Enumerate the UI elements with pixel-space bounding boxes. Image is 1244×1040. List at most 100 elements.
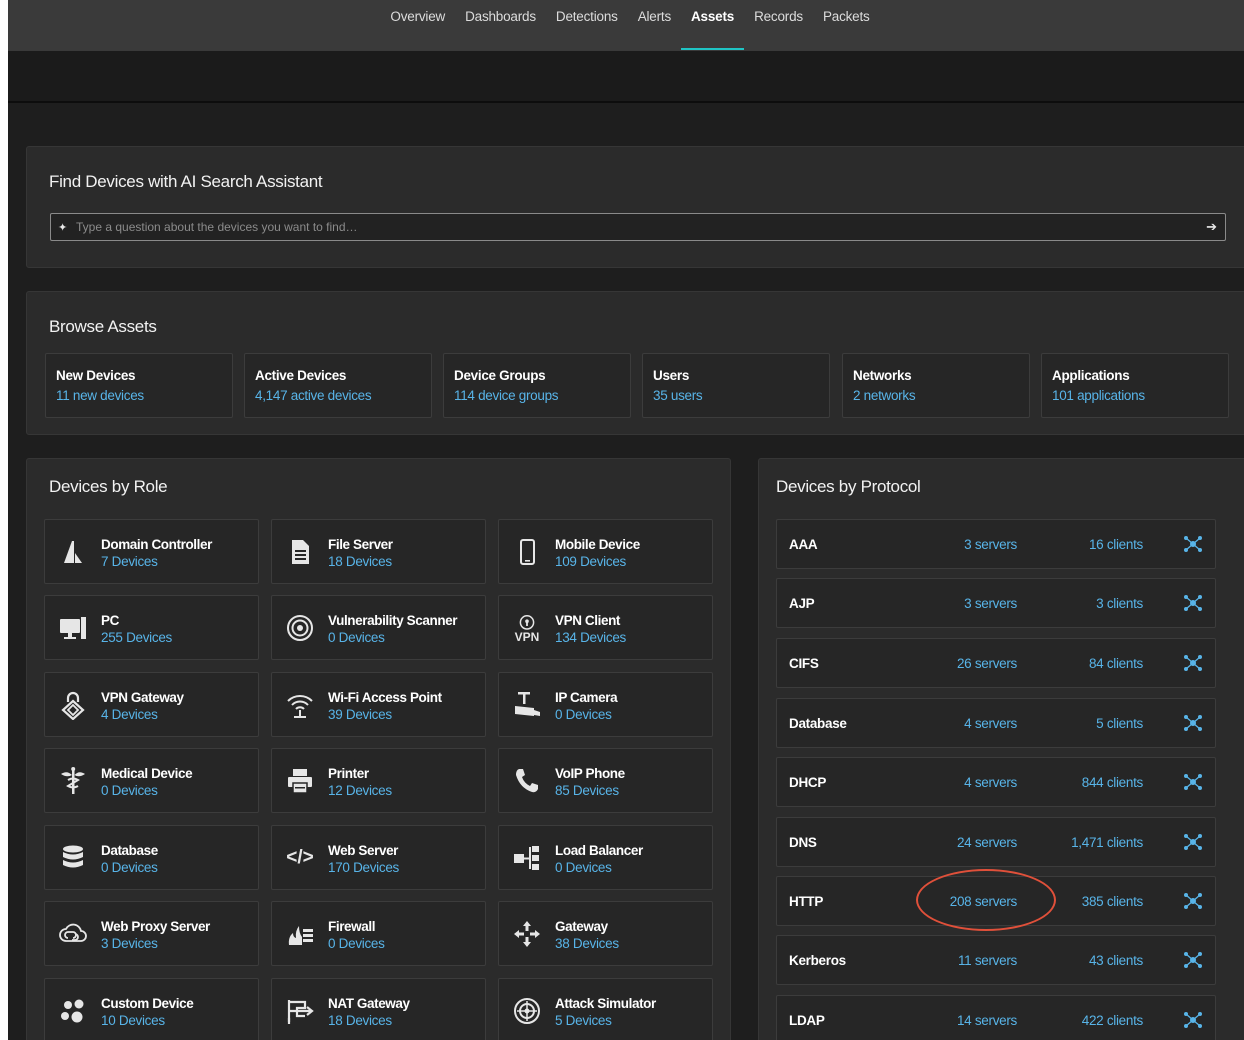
asset-card-link[interactable]: 4,147 active devices — [255, 388, 372, 403]
role-count-link[interactable]: 7 Devices — [101, 554, 158, 569]
role-count-link[interactable]: 18 Devices — [328, 1013, 392, 1028]
asset-card-active-devices[interactable]: Active Devices 4,147 active devices — [244, 353, 432, 418]
protocol-servers-link[interactable]: 4 servers — [964, 775, 1017, 790]
role-card-web-proxy-server[interactable]: Web Proxy Server 3 Devices — [44, 901, 259, 966]
role-card-file-server[interactable]: File Server 18 Devices — [271, 519, 486, 584]
role-count-link[interactable]: 3 Devices — [101, 936, 158, 951]
role-card-mobile-device[interactable]: Mobile Device 109 Devices — [498, 519, 713, 584]
protocol-servers-link[interactable]: 24 servers — [957, 835, 1017, 850]
role-card-load-balancer[interactable]: Load Balancer 0 Devices — [498, 825, 713, 890]
protocol-servers-link[interactable]: 3 servers — [964, 596, 1017, 611]
asset-card-link[interactable]: 101 applications — [1052, 388, 1145, 403]
protocol-clients-link[interactable]: 84 clients — [1089, 656, 1143, 671]
role-card-custom-device[interactable]: Custom Device 10 Devices — [44, 978, 259, 1040]
role-card-ip-camera[interactable]: IP Camera 0 Devices — [498, 672, 713, 737]
role-card-printer[interactable]: Printer 12 Devices — [271, 748, 486, 813]
ai-search-box[interactable]: ✦ ➔ — [50, 213, 1226, 241]
role-card-vpn-gateway[interactable]: VPN Gateway 4 Devices — [44, 672, 259, 737]
protocol-servers-link[interactable]: 3 servers — [964, 537, 1017, 552]
protocol-clients-link[interactable]: 422 clients — [1082, 1013, 1144, 1028]
protocol-clients-link[interactable]: 16 clients — [1089, 537, 1143, 552]
role-count-link[interactable]: 170 Devices — [328, 860, 399, 875]
role-count-link[interactable]: 10 Devices — [101, 1013, 165, 1028]
asset-card-new-devices[interactable]: New Devices 11 new devices — [45, 353, 233, 418]
medical-icon — [55, 763, 91, 799]
asset-card-device-groups[interactable]: Device Groups 114 device groups — [443, 353, 631, 418]
vpn-client-icon: VPN — [509, 610, 545, 646]
tab-records[interactable]: Records — [744, 0, 813, 51]
protocol-clients-link[interactable]: 5 clients — [1096, 716, 1143, 731]
network-map-icon[interactable] — [1183, 1010, 1203, 1030]
role-count-link[interactable]: 12 Devices — [328, 783, 392, 798]
protocol-servers-link[interactable]: 11 servers — [958, 953, 1017, 968]
role-title: Vulnerability Scanner — [328, 613, 458, 628]
role-card-vpn-client[interactable]: VPN VPN Client 134 Devices — [498, 595, 713, 660]
protocol-clients-link[interactable]: 3 clients — [1096, 596, 1143, 611]
role-card-domain-controller[interactable]: Domain Controller 7 Devices — [44, 519, 259, 584]
tab-packets[interactable]: Packets — [813, 0, 880, 51]
asset-card-link[interactable]: 11 new devices — [56, 388, 144, 403]
role-card-firewall[interactable]: Firewall 0 Devices — [271, 901, 486, 966]
role-card-pc[interactable]: PC 255 Devices — [44, 595, 259, 660]
network-map-icon[interactable] — [1183, 832, 1203, 852]
protocol-servers-link[interactable]: 14 servers — [957, 1013, 1017, 1028]
role-count-link[interactable]: 0 Devices — [555, 707, 612, 722]
role-card-database[interactable]: Database 0 Devices — [44, 825, 259, 890]
tab-dashboards[interactable]: Dashboards — [455, 0, 546, 51]
role-card-vulnerability-scanner[interactable]: Vulnerability Scanner 0 Devices — [271, 595, 486, 660]
tab-alerts[interactable]: Alerts — [628, 0, 681, 51]
network-map-icon[interactable] — [1183, 713, 1203, 733]
network-map-icon[interactable] — [1183, 772, 1203, 792]
tab-assets[interactable]: Assets — [681, 0, 745, 51]
tab-overview[interactable]: Overview — [380, 0, 455, 51]
printer-icon — [282, 763, 318, 799]
role-count-link[interactable]: 255 Devices — [101, 630, 172, 645]
role-count-link[interactable]: 0 Devices — [101, 860, 158, 875]
custom-device-icon — [55, 993, 91, 1029]
protocol-servers-link[interactable]: 26 servers — [957, 656, 1017, 671]
protocol-clients-link[interactable]: 844 clients — [1082, 775, 1144, 790]
role-count-link[interactable]: 0 Devices — [328, 936, 385, 951]
browse-assets-title: Browse Assets — [49, 317, 157, 336]
role-card-attack-simulator[interactable]: Attack Simulator 5 Devices — [498, 978, 713, 1040]
asset-card-link[interactable]: 35 users — [653, 388, 703, 403]
role-card-gateway[interactable]: Gateway 38 Devices — [498, 901, 713, 966]
asset-card-users[interactable]: Users 35 users — [642, 353, 830, 418]
asset-card-networks[interactable]: Networks 2 networks — [842, 353, 1030, 418]
role-count-link[interactable]: 38 Devices — [555, 936, 619, 951]
devices-by-role-panel: Devices by Role Domain Controller 7 Devi… — [26, 458, 731, 1040]
protocol-servers-link[interactable]: 208 servers — [950, 894, 1018, 909]
role-count-link[interactable]: 18 Devices — [328, 554, 392, 569]
network-map-icon[interactable] — [1183, 891, 1203, 911]
role-card-voip-phone[interactable]: VoIP Phone 85 Devices — [498, 748, 713, 813]
role-count-link[interactable]: 85 Devices — [555, 783, 619, 798]
network-map-icon[interactable] — [1183, 534, 1203, 554]
network-map-icon[interactable] — [1183, 950, 1203, 970]
tab-detections[interactable]: Detections — [546, 0, 628, 51]
role-count-link[interactable]: 0 Devices — [328, 630, 385, 645]
role-card-medical-device[interactable]: Medical Device 0 Devices — [44, 748, 259, 813]
role-count-link[interactable]: 109 Devices — [555, 554, 626, 569]
role-count-link[interactable]: 39 Devices — [328, 707, 392, 722]
role-count-link[interactable]: 134 Devices — [555, 630, 626, 645]
asset-card-link[interactable]: 2 networks — [853, 388, 916, 403]
role-card-wifi-access-point[interactable]: Wi-Fi Access Point 39 Devices — [271, 672, 486, 737]
ai-search-input[interactable] — [76, 220, 1207, 234]
protocol-clients-link[interactable]: 385 clients — [1082, 894, 1144, 909]
protocol-clients-link[interactable]: 43 clients — [1089, 953, 1143, 968]
protocol-servers-link[interactable]: 4 servers — [964, 716, 1017, 731]
role-count-link[interactable]: 0 Devices — [555, 860, 612, 875]
asset-card-applications[interactable]: Applications 101 applications — [1041, 353, 1229, 418]
role-card-nat-gateway[interactable]: NAT Gateway 18 Devices — [271, 978, 486, 1040]
role-card-web-server[interactable]: </> Web Server 170 Devices — [271, 825, 486, 890]
role-count-link[interactable]: 5 Devices — [555, 1013, 612, 1028]
network-map-icon[interactable] — [1183, 653, 1203, 673]
role-count-link[interactable]: 4 Devices — [101, 707, 158, 722]
role-count-link[interactable]: 0 Devices — [101, 783, 158, 798]
network-map-icon[interactable] — [1183, 593, 1203, 613]
protocol-name: AJP — [789, 596, 815, 611]
asset-card-link[interactable]: 114 device groups — [454, 388, 559, 403]
protocol-name: Database — [789, 716, 847, 731]
protocol-clients-link[interactable]: 1,471 clients — [1071, 835, 1143, 850]
submit-arrow-icon[interactable]: ➔ — [1206, 219, 1217, 235]
